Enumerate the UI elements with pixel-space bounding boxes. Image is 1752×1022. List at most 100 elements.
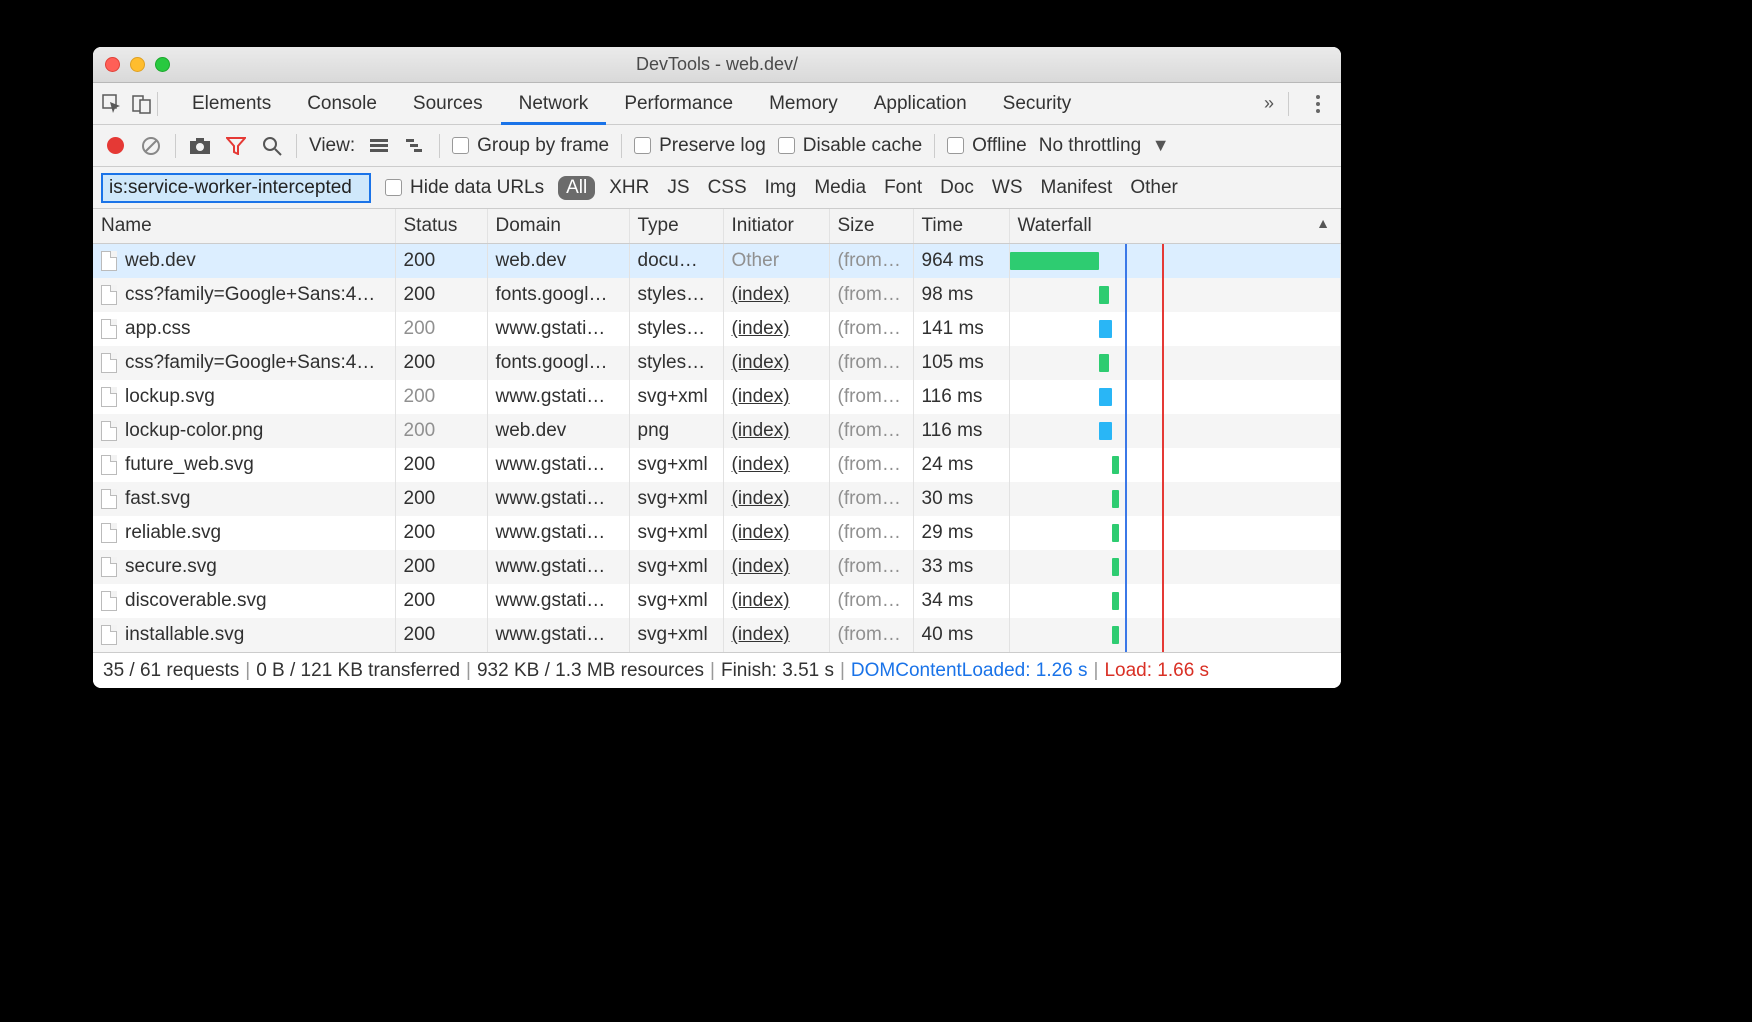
filter-type-css[interactable]: CSS <box>708 177 747 199</box>
initiator-link[interactable]: (index) <box>732 590 790 611</box>
table-header-row: Name Status Domain Type Initiator Size T… <box>93 209 1341 244</box>
window-title: DevTools - web.dev/ <box>93 54 1341 75</box>
table-row[interactable]: web.dev200web.devdocu…Other(from …964 ms <box>93 244 1341 279</box>
initiator-link[interactable]: (index) <box>732 556 790 577</box>
large-rows-icon[interactable] <box>367 134 391 158</box>
filter-type-font[interactable]: Font <box>884 177 922 199</box>
request-status: 200 <box>395 278 487 312</box>
column-header-initiator[interactable]: Initiator <box>723 209 829 244</box>
checkbox-icon <box>947 137 964 154</box>
waterfall-view-icon[interactable] <box>403 134 427 158</box>
column-header-domain[interactable]: Domain <box>487 209 629 244</box>
clear-button[interactable] <box>139 134 163 158</box>
separator <box>934 134 935 158</box>
overflow-tabs-button[interactable]: » <box>1264 93 1274 114</box>
search-icon[interactable] <box>260 134 284 158</box>
filter-type-media[interactable]: Media <box>814 177 866 199</box>
filter-input[interactable] <box>101 173 371 203</box>
table-row[interactable]: future_web.svg200www.gstati…svg+xml(inde… <box>93 448 1341 482</box>
table-row[interactable]: fast.svg200www.gstati…svg+xml(index)(fro… <box>93 482 1341 516</box>
kebab-menu-icon[interactable] <box>1303 89 1333 119</box>
request-size: (from … <box>829 346 913 380</box>
filter-type-js[interactable]: JS <box>667 177 689 199</box>
request-domain: www.gstati… <box>487 584 629 618</box>
request-time: 105 ms <box>913 346 1009 380</box>
column-header-status[interactable]: Status <box>395 209 487 244</box>
filter-type-ws[interactable]: WS <box>992 177 1023 199</box>
device-toolbar-icon[interactable] <box>127 89 157 119</box>
filter-type-img[interactable]: Img <box>765 177 797 199</box>
request-status: 200 <box>395 516 487 550</box>
request-type: svg+xml <box>629 584 723 618</box>
filter-type-manifest[interactable]: Manifest <box>1041 177 1113 199</box>
table-row[interactable]: reliable.svg200www.gstati…svg+xml(index)… <box>93 516 1341 550</box>
request-size: (from … <box>829 550 913 584</box>
column-header-waterfall[interactable]: Waterfall <box>1009 209 1341 244</box>
table-row[interactable]: css?family=Google+Sans:4…200fonts.googl…… <box>93 346 1341 380</box>
filter-type-all[interactable]: All <box>558 176 595 200</box>
table-row[interactable]: installable.svg200www.gstati…svg+xml(ind… <box>93 618 1341 652</box>
hide-data-urls-checkbox[interactable]: Hide data URLs <box>385 177 544 199</box>
offline-checkbox[interactable]: Offline <box>947 135 1027 157</box>
tab-application[interactable]: Application <box>856 83 985 125</box>
request-initiator: Other <box>723 244 829 279</box>
table-row[interactable]: secure.svg200www.gstati…svg+xml(index)(f… <box>93 550 1341 584</box>
checkbox-icon <box>385 179 402 196</box>
table-row[interactable]: lockup.svg200www.gstati…svg+xml(index)(f… <box>93 380 1341 414</box>
initiator-link[interactable]: (index) <box>732 284 790 305</box>
tab-network[interactable]: Network <box>501 83 607 125</box>
initiator-link[interactable]: (index) <box>732 624 790 645</box>
request-time: 141 ms <box>913 312 1009 346</box>
throttling-select[interactable]: No throttling ▼ <box>1039 135 1170 157</box>
initiator-link[interactable]: (index) <box>732 352 790 373</box>
capture-screenshots-icon[interactable] <box>188 134 212 158</box>
initiator-link[interactable]: (index) <box>732 488 790 509</box>
filter-icon[interactable] <box>224 134 248 158</box>
table-row[interactable]: app.css200www.gstati…styles…(index)(from… <box>93 312 1341 346</box>
initiator-link[interactable]: (index) <box>732 318 790 339</box>
table-row[interactable]: css?family=Google+Sans:4… 200fonts.googl…… <box>93 278 1341 312</box>
tab-memory[interactable]: Memory <box>751 83 856 125</box>
request-name: future_web.svg <box>125 454 254 476</box>
table-row[interactable]: discoverable.svg200www.gstati…svg+xml(in… <box>93 584 1341 618</box>
file-icon <box>101 387 117 407</box>
column-header-type[interactable]: Type <box>629 209 723 244</box>
request-domain: fonts.googl… <box>487 278 629 312</box>
column-header-time[interactable]: Time <box>913 209 1009 244</box>
column-header-size[interactable]: Size <box>829 209 913 244</box>
record-button[interactable] <box>103 134 127 158</box>
request-name: css?family=Google+Sans:4… <box>125 284 375 306</box>
disable-cache-checkbox[interactable]: Disable cache <box>778 135 922 157</box>
separator <box>621 134 622 158</box>
initiator-link[interactable]: (index) <box>732 454 790 475</box>
waterfall-cell <box>1009 346 1341 380</box>
window-titlebar: DevTools - web.dev/ <box>93 47 1341 83</box>
tab-elements[interactable]: Elements <box>174 83 289 125</box>
inspect-element-icon[interactable] <box>97 89 127 119</box>
file-icon <box>101 591 117 611</box>
file-icon <box>101 625 117 645</box>
group-by-frame-checkbox[interactable]: Group by frame <box>452 135 609 157</box>
request-size: (from … <box>829 482 913 516</box>
waterfall-cell <box>1009 516 1341 550</box>
request-name: web.dev <box>125 250 196 272</box>
request-time: 30 ms <box>913 482 1009 516</box>
filter-type-doc[interactable]: Doc <box>940 177 974 199</box>
request-name: discoverable.svg <box>125 590 267 612</box>
initiator-link[interactable]: (index) <box>732 522 790 543</box>
filter-type-other[interactable]: Other <box>1130 177 1178 199</box>
tab-performance[interactable]: Performance <box>606 83 751 125</box>
table-row[interactable]: lockup-color.png200web.devpng(index)(fro… <box>93 414 1341 448</box>
request-type: styles… <box>629 312 723 346</box>
request-time: 33 ms <box>913 550 1009 584</box>
preserve-log-checkbox[interactable]: Preserve log <box>634 135 766 157</box>
filter-type-xhr[interactable]: XHR <box>609 177 649 199</box>
tab-console[interactable]: Console <box>289 83 395 125</box>
request-type: svg+xml <box>629 550 723 584</box>
request-status: 200 <box>395 380 487 414</box>
column-header-name[interactable]: Name <box>93 209 395 244</box>
initiator-link[interactable]: (index) <box>732 420 790 441</box>
tab-security[interactable]: Security <box>985 83 1090 125</box>
initiator-link[interactable]: (index) <box>732 386 790 407</box>
tab-sources[interactable]: Sources <box>395 83 501 125</box>
